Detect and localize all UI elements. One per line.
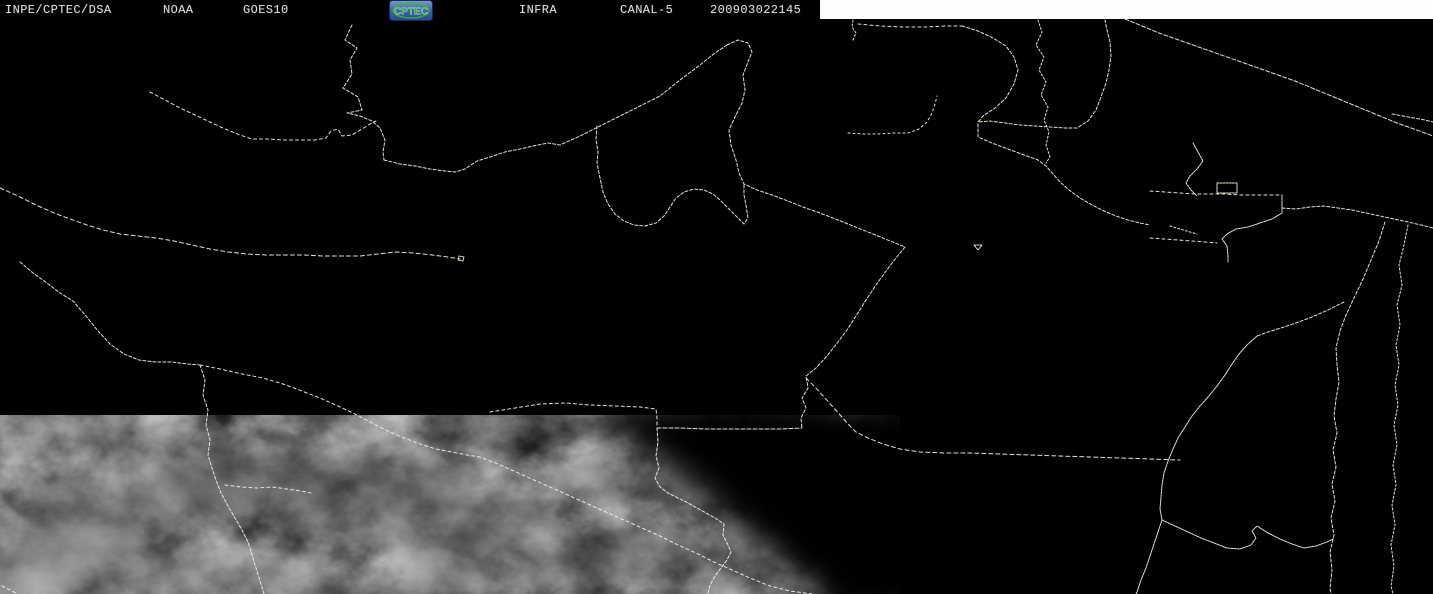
logo-text: CPTEC: [394, 7, 428, 18]
timestamp-label: 200903022145: [710, 3, 802, 17]
cloud-field: [0, 414, 960, 594]
org-label: NOAA: [163, 3, 194, 17]
agency-label: INPE/CPTEC/DSA: [5, 3, 112, 17]
cptec-logo-graphic: CPTEC: [389, 0, 433, 21]
cptec-logo: CPTEC: [389, 0, 433, 21]
satellite-map: [0, 0, 1433, 594]
satellite-image-viewport: INPE/CPTEC/DSA NOAA GOES10 INFRA CANAL-5…: [0, 0, 1433, 594]
cloud-patch: [420, 414, 580, 446]
satellite-label: GOES10: [243, 3, 289, 17]
cloud-patch: [840, 552, 900, 568]
band-label: INFRA: [519, 3, 558, 17]
channel-label: CANAL-5: [620, 3, 674, 17]
missing-data-region: [820, 0, 1433, 19]
cloud-patch: [920, 524, 960, 536]
